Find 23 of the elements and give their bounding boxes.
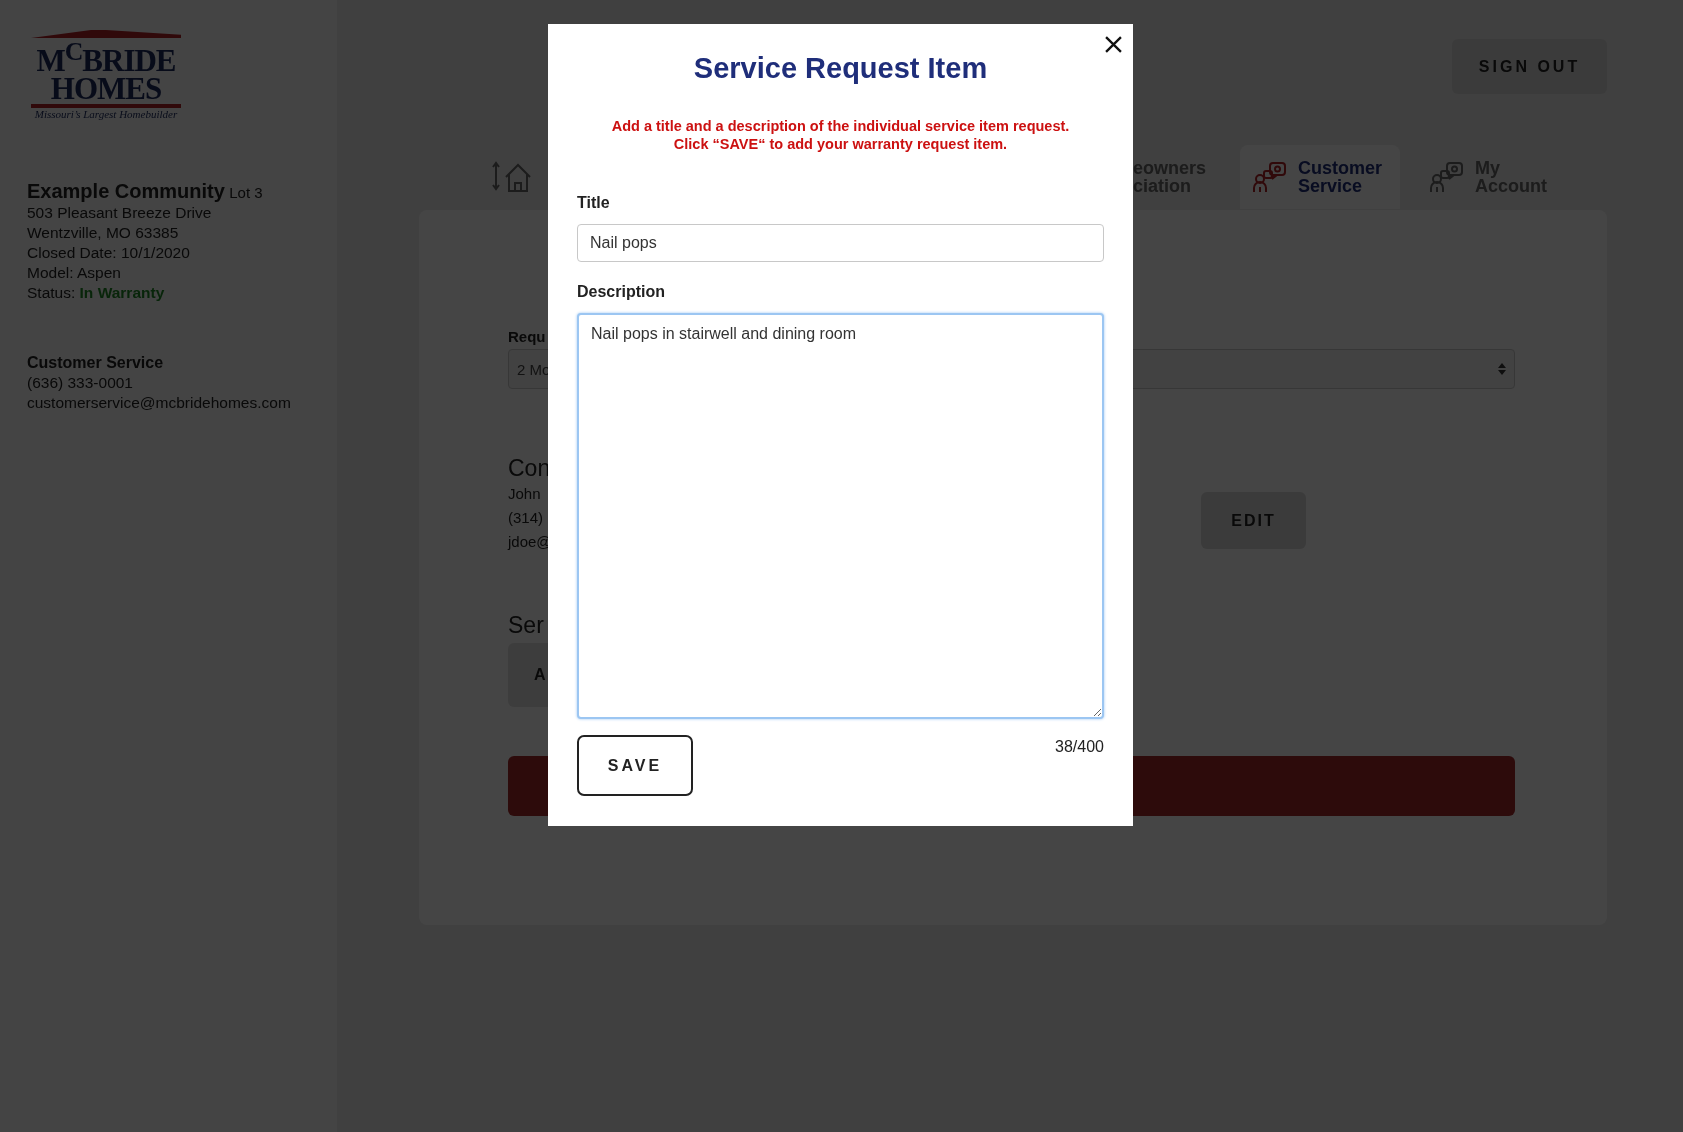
status-label: Status: <box>27 284 76 302</box>
section-heading: Ser <box>508 612 545 639</box>
modal-title: Service Request Item <box>692 52 989 85</box>
contact-detail: jdoe@ <box>508 532 552 552</box>
contact-detail: John <box>508 484 542 504</box>
home-detail: Closed Date: 10/1/2020 <box>27 243 191 264</box>
field-label: Description <box>577 283 666 301</box>
instruction-text: Click “SAVE“ to add your warranty request item. <box>672 135 1009 153</box>
home-detail: Model: Aspen <box>27 263 122 284</box>
field-label: Requ <box>508 328 546 345</box>
home-detail: 503 Pleasant Breeze Drive <box>27 203 213 224</box>
lot-number: Lot 3 <box>229 184 263 202</box>
instruction-text: Add a title and a description of the individual service item request. <box>610 117 1071 135</box>
contact-email: customerservice@mcbridehomes.com <box>27 393 292 414</box>
home-detail: Wentzville, MO 63385 <box>27 223 180 244</box>
contact-detail: (314) <box>508 508 545 528</box>
character-counter: 38/400 <box>1055 738 1104 756</box>
community-name: Example Community <box>27 180 225 203</box>
status-value: In Warranty <box>79 284 165 302</box>
contact-title: Customer Service <box>27 353 165 374</box>
company-logo: M$^{C}$BRIDE HOMES Missouri’s Largest Homebuilder <box>27 30 185 121</box>
contact-phone: (636) 333-0001 <box>27 373 134 394</box>
field-label: Title <box>577 194 611 212</box>
